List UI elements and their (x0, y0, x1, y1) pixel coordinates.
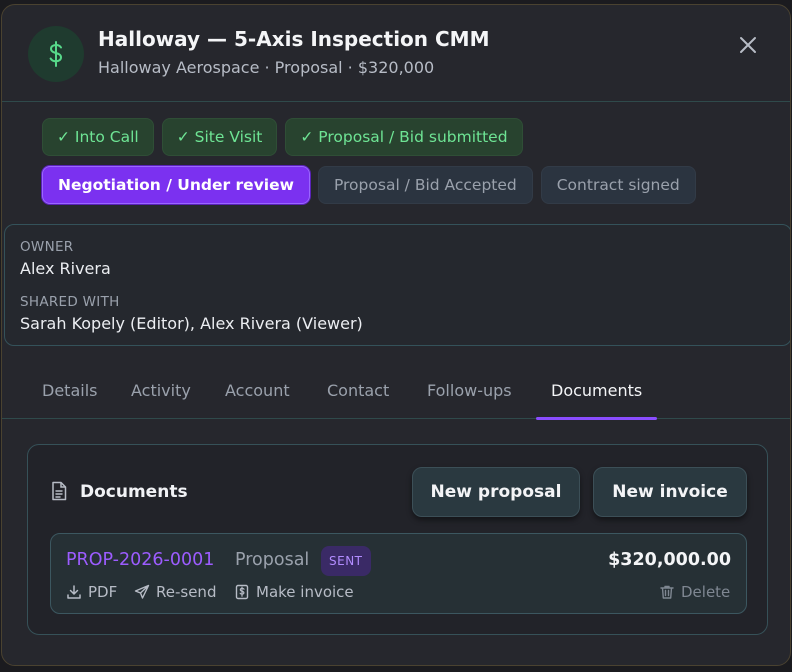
stage-site-visit[interactable]: ✓ Site Visit (161, 118, 278, 156)
pdf-label: PDF (88, 583, 118, 601)
delete-label: Delete (681, 583, 731, 601)
invoice-icon (235, 584, 249, 600)
owner-label: OWNER (20, 239, 74, 255)
shared-with-value: Sarah Kopely (Editor), Alex Rivera (View… (20, 314, 363, 333)
tab-bar: Details Activity Account Contact Follow-… (2, 369, 790, 420)
documents-card: Documents New proposal New invoice PROP-… (27, 444, 768, 635)
close-button[interactable] (738, 35, 758, 55)
tab-account[interactable]: Account (225, 381, 290, 400)
documents-title: Documents (80, 482, 188, 502)
resend-label: Re-send (156, 583, 217, 601)
stage-into-call[interactable]: ✓ Into Call (42, 118, 154, 156)
deal-modal: Halloway — 5-Axis Inspection CMM Hallowa… (1, 4, 791, 666)
deal-avatar (28, 26, 84, 82)
document-type: Proposal (235, 550, 310, 570)
deal-title: Halloway — 5-Axis Inspection CMM (98, 27, 490, 51)
tab-details[interactable]: Details (42, 381, 97, 400)
document-icon (52, 481, 67, 501)
dollar-icon (49, 41, 63, 67)
tab-contact[interactable]: Contact (327, 381, 389, 400)
stage-negotiation[interactable]: Negotiation / Under review (42, 166, 310, 204)
new-invoice-button[interactable]: New invoice (593, 467, 747, 517)
stage-proposal-submitted[interactable]: ✓ Proposal / Bid submitted (285, 118, 523, 156)
download-icon (67, 585, 81, 599)
pipeline-stages: ✓ Into Call ✓ Site Visit ✓ Proposal / Bi… (42, 118, 742, 214)
stage-proposal-accepted[interactable]: Proposal / Bid Accepted (317, 166, 533, 204)
tab-documents[interactable]: Documents (551, 381, 642, 400)
make-invoice-button[interactable]: Make invoice (234, 583, 354, 601)
trash-icon (660, 585, 674, 599)
delete-button[interactable]: Delete (659, 583, 730, 601)
ownership-panel: OWNER Alex Rivera SHARED WITH Sarah Kope… (4, 224, 790, 346)
modal-header: Halloway — 5-Axis Inspection CMM Hallowa… (2, 5, 790, 102)
status-badge: SENT (321, 546, 371, 576)
active-tab-indicator (536, 417, 657, 420)
new-proposal-button[interactable]: New proposal (412, 467, 580, 517)
close-icon (740, 37, 756, 53)
owner-value: Alex Rivera (20, 259, 111, 278)
tab-follow-ups[interactable]: Follow-ups (427, 381, 512, 400)
stage-row-1: ✓ Into Call ✓ Site Visit ✓ Proposal / Bi… (42, 118, 742, 156)
make-invoice-label: Make invoice (256, 583, 354, 601)
send-icon (134, 584, 150, 599)
tab-activity[interactable]: Activity (131, 381, 191, 400)
shared-with-label: SHARED WITH (20, 294, 120, 310)
document-row: PROP-2026-0001 Proposal SENT $320,000.00… (50, 533, 747, 614)
resend-button[interactable]: Re-send (134, 583, 216, 601)
document-amount: $320,000.00 (608, 550, 731, 570)
stage-contract-signed[interactable]: Contract signed (540, 166, 696, 204)
pdf-button[interactable]: PDF (66, 583, 117, 601)
document-id-link[interactable]: PROP-2026-0001 (66, 550, 214, 570)
deal-subtitle: Halloway Aerospace · Proposal · $320,000 (98, 58, 435, 77)
stage-row-2: Negotiation / Under review Proposal / Bi… (42, 166, 742, 204)
